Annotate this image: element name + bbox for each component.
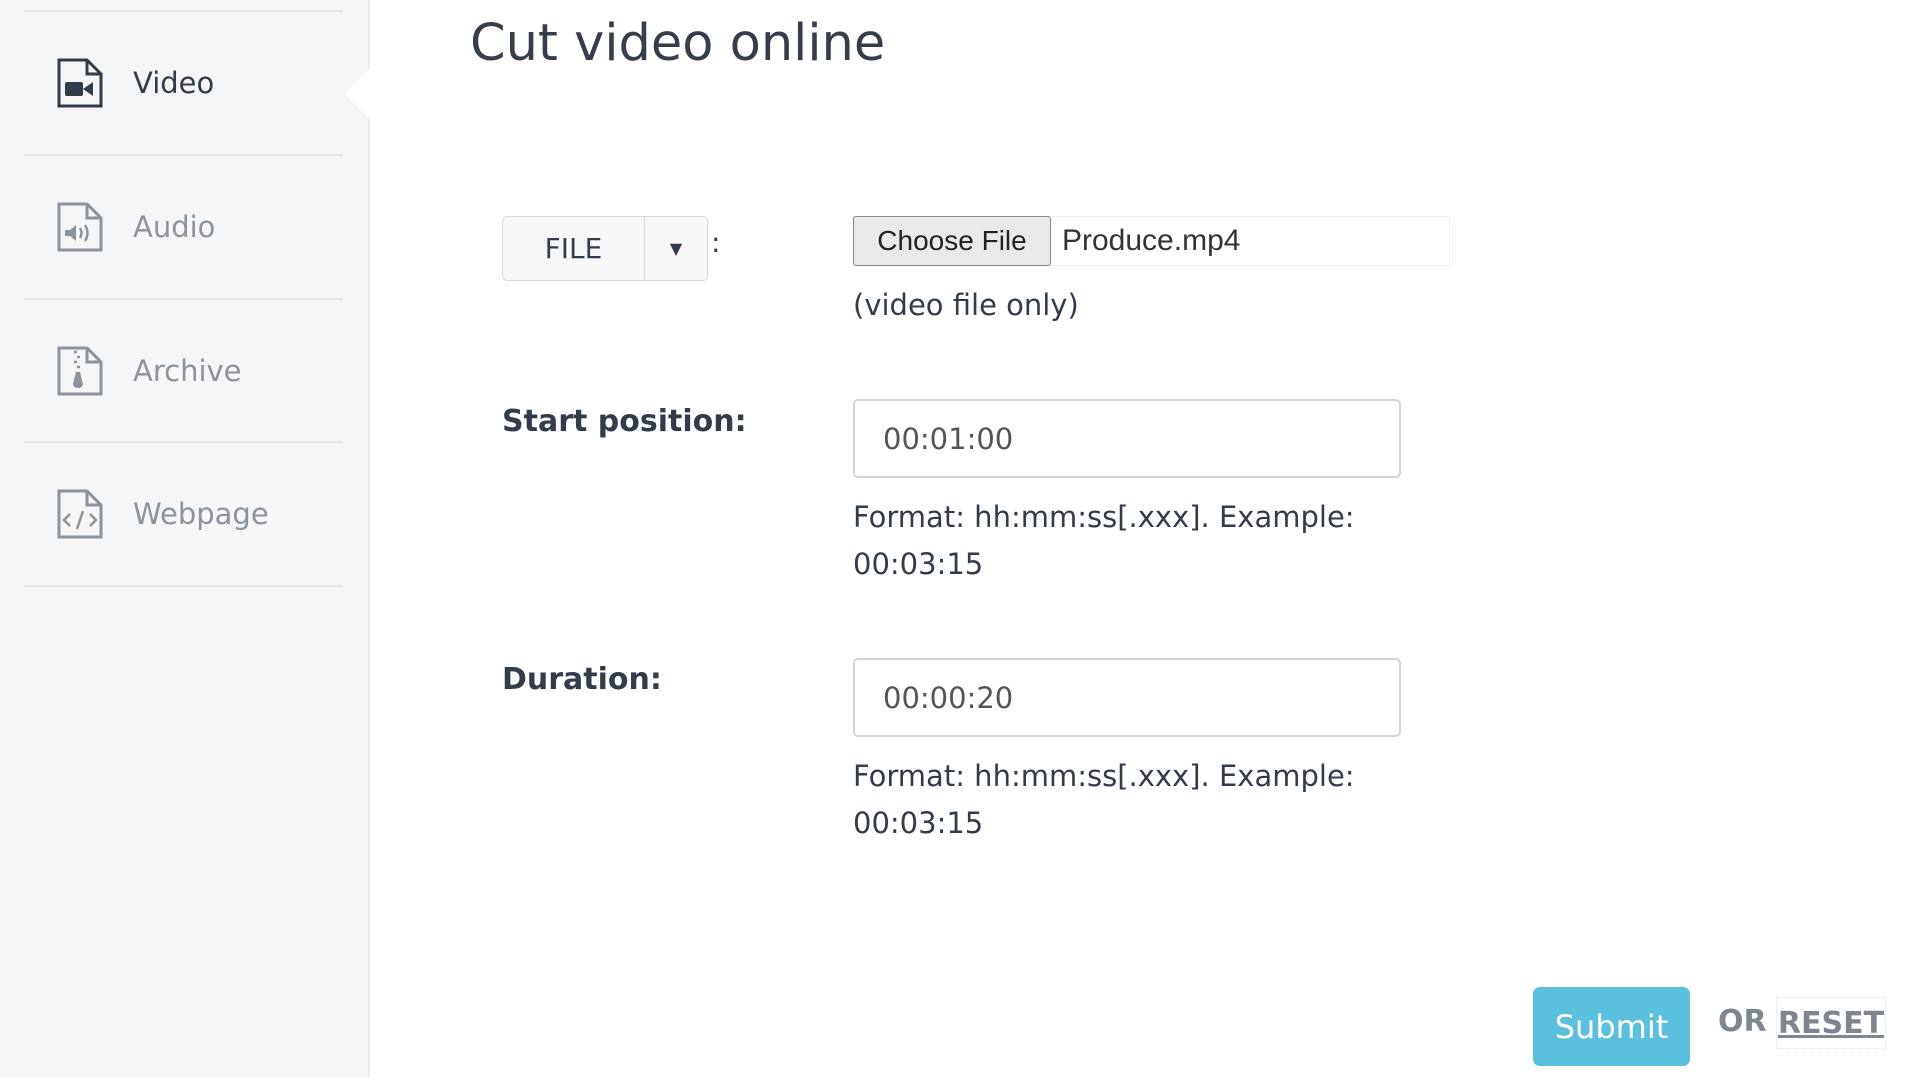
start-format-hint: Format: hh:mm:ss[.xxx]. Example: 00:03:15 [853,494,1355,588]
sidebar-item-webpage[interactable]: Webpage [24,443,343,585]
sidebar-item-video[interactable]: Video [24,12,343,154]
file-hint: (video file only) [853,288,1079,322]
webpage-file-icon [57,489,103,539]
sidebar-item-audio[interactable]: Audio [24,156,343,298]
source-type-label[interactable]: FILE [503,217,645,280]
audio-file-icon [57,202,103,252]
video-file-icon [57,58,103,108]
colon: : [711,226,721,259]
selected-filename: Produce.mp4 [1062,224,1241,257]
caret-down-icon[interactable]: ▼ [645,217,707,280]
sidebar-item-archive[interactable]: Archive [24,300,343,442]
divider [24,585,343,587]
sidebar-item-label: Webpage [133,497,269,531]
source-type-dropdown[interactable]: FILE ▼ [502,216,708,281]
sidebar: Video Audio Archive Webpage [0,0,370,1077]
reset-link[interactable]: RESET [1776,997,1886,1049]
active-item-pointer [345,69,370,119]
duration-input[interactable] [853,658,1401,737]
start-position-input[interactable] [853,399,1401,478]
hint-line: Format: hh:mm:ss[.xxx]. Example: [853,500,1355,534]
hint-line: 00:03:15 [853,806,984,840]
archive-file-icon [57,346,103,396]
duration-label: Duration: [502,662,662,697]
hint-line: Format: hh:mm:ss[.xxx]. Example: [853,759,1355,793]
hint-line: 00:03:15 [853,547,984,581]
sidebar-item-label: Audio [133,210,216,244]
choose-file-button[interactable]: Choose File [853,216,1051,266]
sidebar-item-label: Archive [133,354,242,388]
submit-button[interactable]: Submit [1533,987,1690,1066]
sidebar-item-label: Video [133,66,215,100]
page-title: Cut video online [470,14,886,73]
or-text: OR [1718,1004,1767,1039]
start-position-label: Start position: [502,404,747,439]
file-input[interactable]: Choose File Produce.mp4 [853,216,1450,266]
duration-format-hint: Format: hh:mm:ss[.xxx]. Example: 00:03:15 [853,753,1355,847]
